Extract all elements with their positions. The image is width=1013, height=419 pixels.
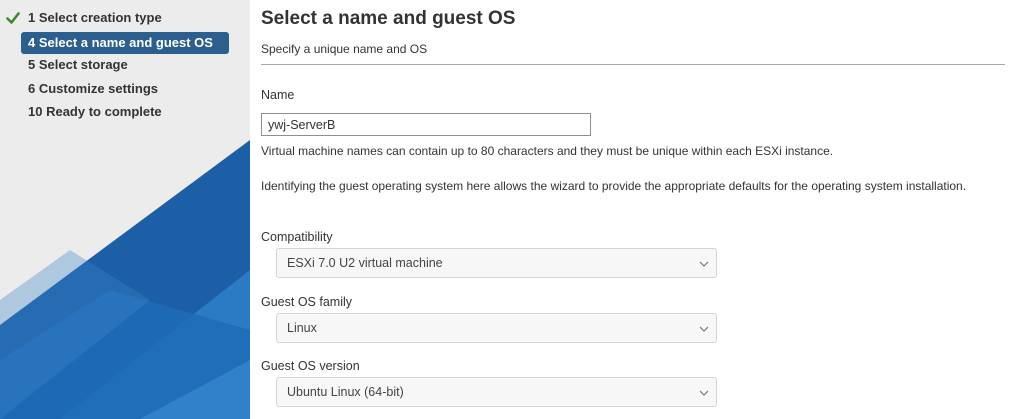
wizard-steps: 1 Select creation type 4 Select a name a… [0, 8, 250, 126]
step-select-name-and-guest-os[interactable]: 4 Select a name and guest OS [21, 31, 229, 54]
check-icon [6, 12, 20, 24]
guest-os-family-value: Linux [287, 321, 317, 335]
step-label: 4 Select a name and guest OS [28, 34, 213, 50]
name-label: Name [261, 88, 295, 102]
step-label: 10 Ready to complete [28, 104, 162, 119]
compatibility-value: ESXi 7.0 U2 virtual machine [287, 256, 443, 270]
guest-os-version-value: Ubuntu Linux (64-bit) [287, 385, 404, 399]
step-label: 6 Customize settings [28, 80, 159, 96]
chevron-down-icon [699, 326, 709, 332]
compatibility-label: Compatibility [261, 230, 333, 244]
step-select-storage[interactable]: 5 Select storage [0, 55, 250, 79]
guest-os-family-label: Guest OS family [261, 295, 352, 309]
step-customize-settings[interactable]: 6 Customize settings [0, 79, 250, 103]
page-title: Select a name and guest OS [261, 8, 516, 29]
divider [261, 64, 1005, 65]
vm-name-input[interactable] [261, 113, 591, 136]
name-help-text: Virtual machine names can contain up to … [261, 144, 834, 158]
step-label: 1 Select creation type [28, 10, 162, 25]
wizard-sidebar: 1 Select creation type 4 Select a name a… [0, 0, 250, 419]
page-subtitle: Specify a unique name and OS [261, 42, 428, 56]
guest-os-family-select[interactable]: Linux [276, 313, 717, 343]
step-select-creation-type[interactable]: 1 Select creation type [0, 8, 250, 32]
chevron-down-icon [699, 261, 709, 267]
step-label: 5 Select storage [28, 57, 128, 72]
wizard-content: Select a name and guest OS Specify a uni… [261, 0, 1005, 419]
guest-os-version-select[interactable]: Ubuntu Linux (64-bit) [276, 377, 717, 407]
guest-os-version-label: Guest OS version [261, 359, 360, 373]
compatibility-select[interactable]: ESXi 7.0 U2 virtual machine [276, 248, 717, 278]
chevron-down-icon [699, 390, 709, 396]
step-ready-to-complete[interactable]: 10 Ready to complete [0, 102, 250, 126]
guest-os-info-text: Identifying the guest operating system h… [261, 179, 967, 193]
